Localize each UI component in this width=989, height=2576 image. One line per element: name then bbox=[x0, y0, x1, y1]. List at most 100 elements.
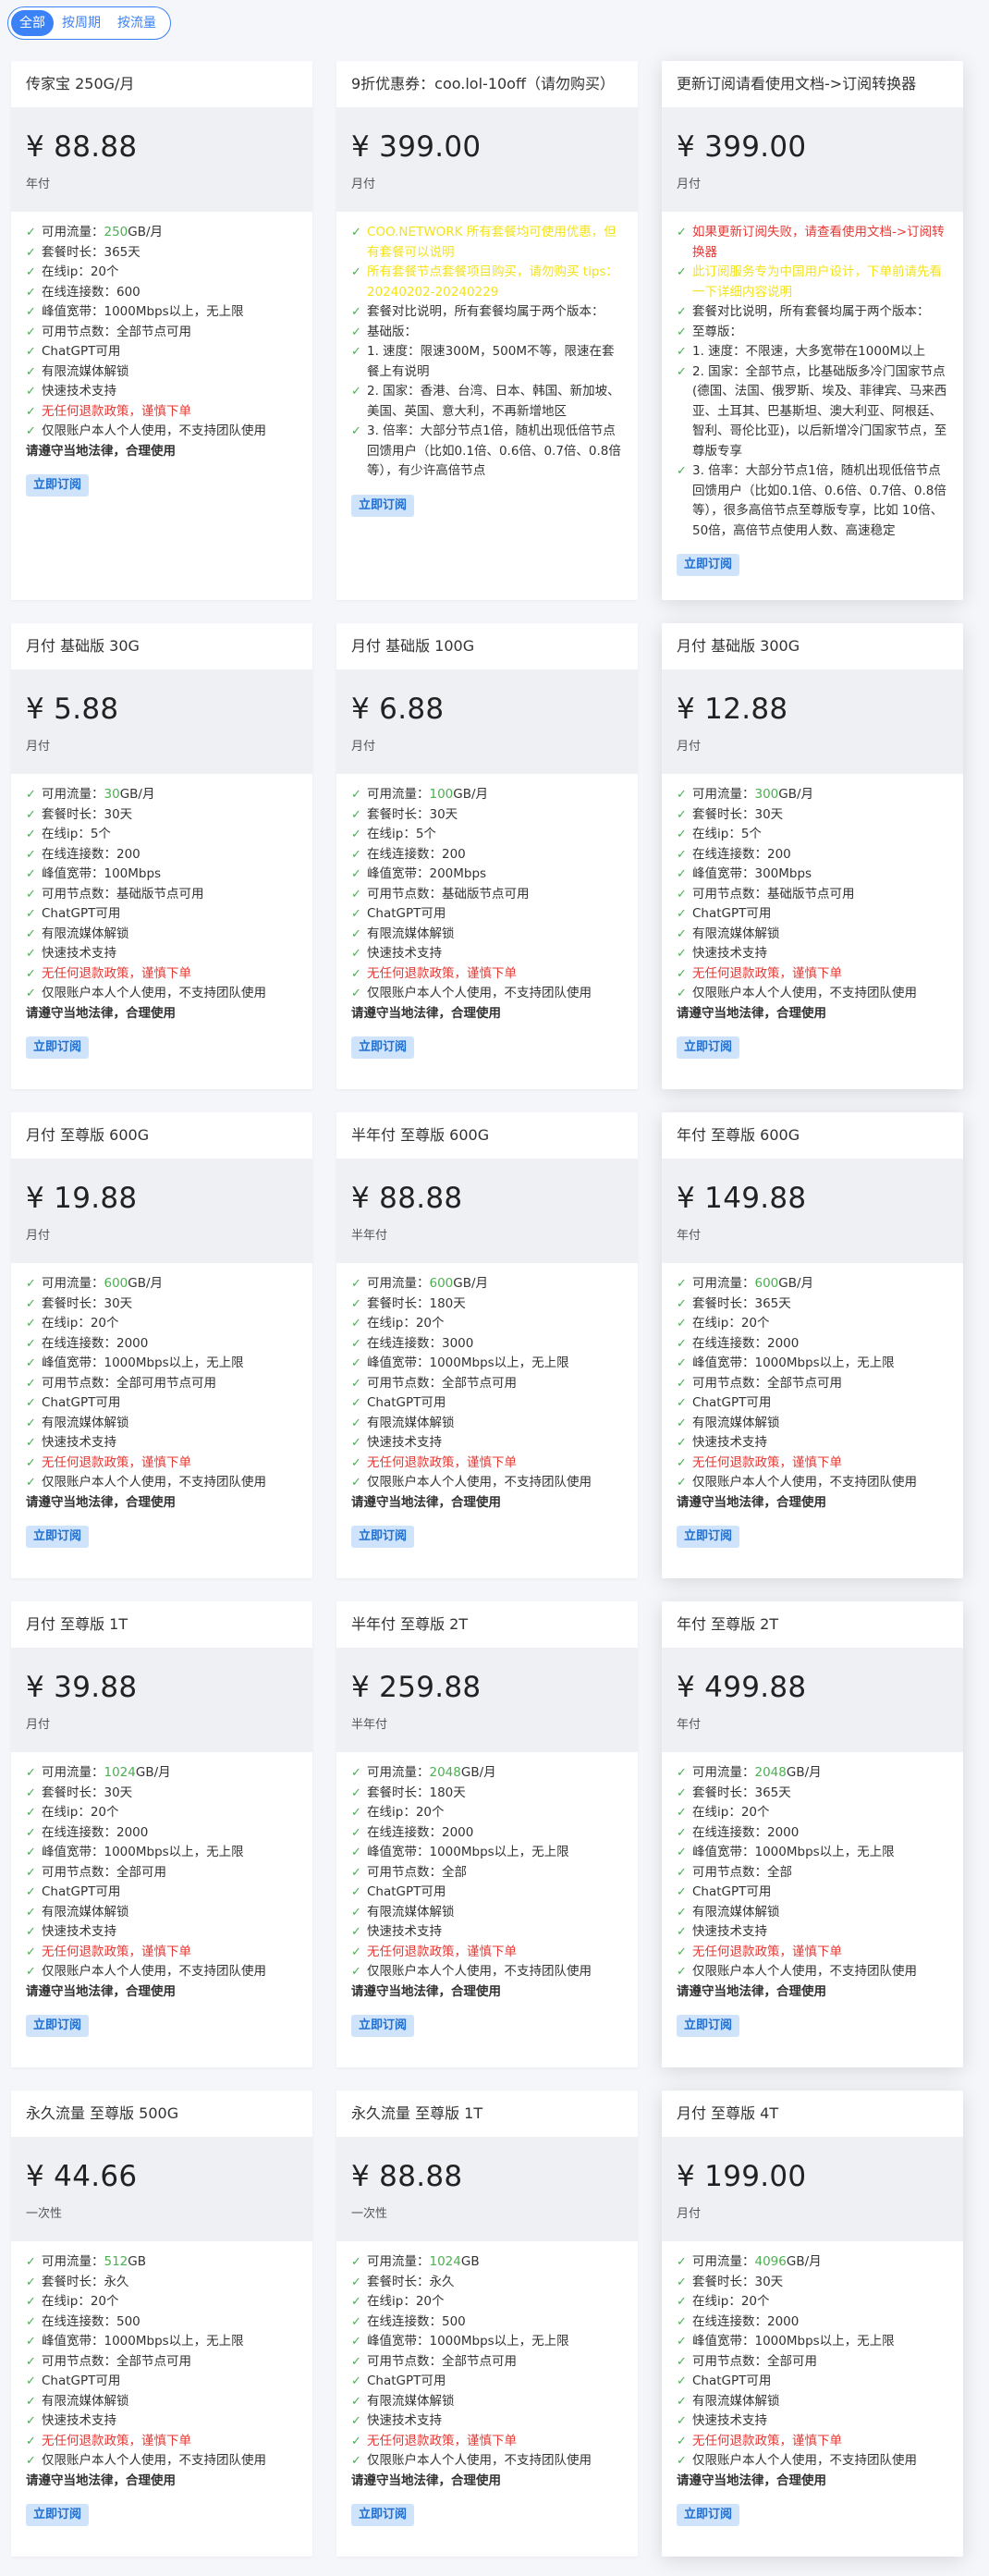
subscribe-button[interactable]: 立即订阅 bbox=[26, 474, 90, 497]
subscribe-button[interactable]: 立即订阅 bbox=[677, 2015, 740, 2037]
check-icon: ✓ bbox=[677, 788, 687, 802]
feature-list: ✓ 可用流量：2048GB/月 ✓ 套餐时长：180天 ✓ 在线ip：20个 ✓ 在线连接数：… bbox=[336, 1752, 638, 2002]
check-icon: ✓ bbox=[351, 1846, 361, 1859]
feature-text: 套餐时长：30天 bbox=[42, 1294, 298, 1315]
feature-item: ✓ 有限流媒体解锁 bbox=[351, 925, 623, 945]
plan-period: 月付 bbox=[351, 178, 376, 191]
subscribe-button[interactable]: 立即订阅 bbox=[26, 2504, 90, 2526]
feature-item: ✓ 2. 国家：全部节点，比基础版多冷门国家节点(德国、法国、俄罗斯、埃及、菲律宾… bbox=[677, 362, 948, 462]
subscribe-button[interactable]: 立即订阅 bbox=[351, 494, 415, 517]
feature-item: ✓ 套餐时长：180天 bbox=[351, 1784, 623, 1804]
check-icon: ✓ bbox=[677, 966, 687, 981]
feature-text-part: 有限流媒体解锁 bbox=[42, 2393, 129, 2409]
feature-item: ✓ 可用流量：300GB/月 bbox=[677, 785, 948, 805]
filter-tab[interactable]: 按周期 bbox=[54, 10, 109, 36]
feature-text-part: 有限流媒体解锁 bbox=[692, 1415, 780, 1430]
price-box: ¥ 88.88 年付 bbox=[11, 107, 312, 212]
subscribe-button[interactable]: 立即订阅 bbox=[351, 2015, 415, 2037]
feature-text-part: 快速技术支持 bbox=[367, 1924, 442, 1939]
feature-text: 可用流量：600GB/月 bbox=[692, 1274, 948, 1294]
subscribe-button[interactable]: 立即订阅 bbox=[26, 1037, 90, 1059]
feature-text-part: 峰值宽带：1000Mbps以上，无上限 bbox=[42, 304, 244, 319]
feature-list: ✓ 可用流量：600GB/月 ✓ 套餐时长：365天 ✓ 在线ip：20个 ✓ 在线连接数：2… bbox=[662, 1263, 963, 1513]
feature-text-part: 在线连接数：600 bbox=[42, 284, 140, 300]
price-box: ¥ 88.88 半年付 bbox=[336, 1159, 638, 1263]
feature-item: ✓ 快速技术支持 bbox=[677, 1433, 948, 1454]
feature-text-part: 快速技术支持 bbox=[367, 946, 442, 961]
feature-item: ✓ 仅限账户本人个人使用，不支持团队使用 bbox=[677, 2451, 948, 2472]
feature-text-part: GB bbox=[128, 2254, 147, 2269]
feature-text-part: 有限流媒体解锁 bbox=[692, 2393, 780, 2409]
feature-item: ✓ 套餐时长：永久 bbox=[351, 2273, 623, 2293]
feature-text: 2. 国家：全部节点，比基础版多冷门国家节点(德国、法国、俄罗斯、埃及、菲律宾、… bbox=[692, 362, 948, 462]
usage-note: 请遵守当地法律，合理使用 bbox=[351, 2472, 501, 2488]
feature-text: 可用节点数：全部节点可用 bbox=[367, 2352, 623, 2373]
feature-item: ✓ 2. 国家：香港、台湾、日本、韩国、新加坡、美国、英国、意大利，不再新增地区 bbox=[351, 382, 623, 422]
feature-text: 至尊版： bbox=[692, 323, 948, 343]
check-icon: ✓ bbox=[677, 1944, 687, 1959]
feature-text-part: 在线ip：5个 bbox=[42, 827, 111, 841]
subscribe-button[interactable]: 立即订阅 bbox=[677, 1037, 740, 1059]
feature-text-part: 仅限账户本人个人使用，不支持团队使用 bbox=[692, 1475, 917, 1490]
check-icon: ✓ bbox=[26, 1766, 36, 1780]
feature-list: ✓ 可用流量：512GB ✓ 套餐时长：永久 ✓ 在线ip：20个 ✓ 在线连接数：500 ✓ 峰… bbox=[11, 2241, 312, 2491]
feature-text: 套餐时长：365天 bbox=[42, 243, 298, 264]
feature-text: 在线连接数：200 bbox=[42, 845, 298, 865]
feature-text: 快速技术支持 bbox=[42, 1433, 298, 1454]
feature-text: 有限流媒体解锁 bbox=[692, 1903, 948, 1923]
filter-tab[interactable]: 全部 bbox=[11, 10, 54, 36]
check-icon: ✓ bbox=[677, 1905, 687, 1920]
check-icon: ✓ bbox=[351, 385, 361, 399]
subscribe-button[interactable]: 立即订阅 bbox=[26, 1526, 90, 1548]
feature-item: ✓ 可用流量：512GB bbox=[26, 2252, 298, 2273]
plan-card: 年付 至尊版 2T ¥ 499.88 年付 ✓ 可用流量：2048GB/月 ✓ 套餐时长：3… bbox=[662, 1601, 963, 2067]
check-icon: ✓ bbox=[26, 1944, 36, 1959]
feature-text: ChatGPT可用 bbox=[367, 1393, 623, 1414]
subscribe-button[interactable]: 立即订阅 bbox=[351, 1526, 415, 1548]
subscribe-button[interactable]: 立即订阅 bbox=[26, 2015, 90, 2037]
usage-note: 请遵守当地法律，合理使用 bbox=[351, 1005, 501, 1021]
feature-item: ✓ 快速技术支持 bbox=[351, 944, 623, 964]
price-box: ¥ 88.88 一次性 bbox=[336, 2137, 638, 2241]
subscribe-button[interactable]: 立即订阅 bbox=[677, 1526, 740, 1548]
subscribe-button[interactable]: 立即订阅 bbox=[677, 2504, 740, 2526]
feature-item: ✓ 可用节点数：全部可用 bbox=[677, 2352, 948, 2373]
feature-text: 快速技术支持 bbox=[42, 1922, 298, 1943]
check-icon: ✓ bbox=[26, 1416, 36, 1430]
feature-text-part: 3. 倍率：大部分节点1倍，随机出现低倍节点回馈用户（比如0.1倍、0.6倍、0… bbox=[367, 423, 621, 478]
feature-text: 可用节点数：基础版节点可用 bbox=[692, 885, 948, 905]
feature-text-part: 2048 bbox=[754, 1765, 787, 1780]
plan-price: ¥ 149.88 bbox=[677, 1182, 807, 1215]
feature-text-part: 无任何退款政策，谨慎下单 bbox=[42, 1944, 191, 1959]
feature-text-part: GB/月 bbox=[453, 787, 489, 802]
feature-item: ✓ 快速技术支持 bbox=[26, 944, 298, 964]
feature-text: 峰值宽带：1000Mbps以上，无上限 bbox=[42, 1354, 298, 1374]
feature-text-part: ChatGPT可用 bbox=[692, 906, 772, 921]
feature-item: ✓ 可用节点数：基础版节点可用 bbox=[26, 885, 298, 905]
feature-text-part: 30 bbox=[104, 787, 120, 802]
subscribe-button[interactable]: 立即订阅 bbox=[677, 554, 740, 576]
feature-text: 可用节点数：基础版节点可用 bbox=[42, 885, 298, 905]
feature-item: ✓ 在线ip：20个 bbox=[26, 263, 298, 283]
filter-tab[interactable]: 按流量 bbox=[109, 10, 165, 36]
feature-item: ✓ 在线ip：20个 bbox=[677, 2292, 948, 2312]
feature-text: 套餐时长：30天 bbox=[692, 805, 948, 826]
feature-item: ✓ 在线连接数：200 bbox=[677, 845, 948, 865]
check-icon: ✓ bbox=[26, 424, 36, 438]
feature-item: ✓ 套餐时长：30天 bbox=[26, 805, 298, 826]
subscribe-button[interactable]: 立即订阅 bbox=[351, 1037, 415, 1059]
feature-text: 有限流媒体解锁 bbox=[692, 2392, 948, 2412]
plan-card: 年付 至尊版 600G ¥ 149.88 年付 ✓ 可用流量：600GB/月 ✓ 套餐时长：… bbox=[662, 1112, 963, 1578]
feature-item: ✓ 有限流媒体解锁 bbox=[26, 362, 298, 383]
feature-list: ✓ 可用流量：600GB/月 ✓ 套餐时长：180天 ✓ 在线ip：20个 ✓ 在线连接数：3… bbox=[336, 1263, 638, 1513]
feature-text-part: 快速技术支持 bbox=[42, 1435, 116, 1450]
feature-item: ✓ 在线连接数：2000 bbox=[351, 1823, 623, 1844]
feature-item: ✓ 套餐时长：永久 bbox=[26, 2273, 298, 2293]
plan-price: ¥ 399.00 bbox=[351, 130, 482, 164]
feature-text: 无任何退款政策，谨慎下单 bbox=[42, 402, 298, 423]
feature-text: 可用流量：600GB/月 bbox=[367, 1274, 623, 1294]
feature-text: ChatGPT可用 bbox=[42, 2372, 298, 2392]
feature-item: ✓ 峰值宽带：1000Mbps以上，无上限 bbox=[26, 2332, 298, 2352]
subscribe-button[interactable]: 立即订阅 bbox=[351, 2504, 415, 2526]
check-icon: ✓ bbox=[26, 2394, 36, 2409]
